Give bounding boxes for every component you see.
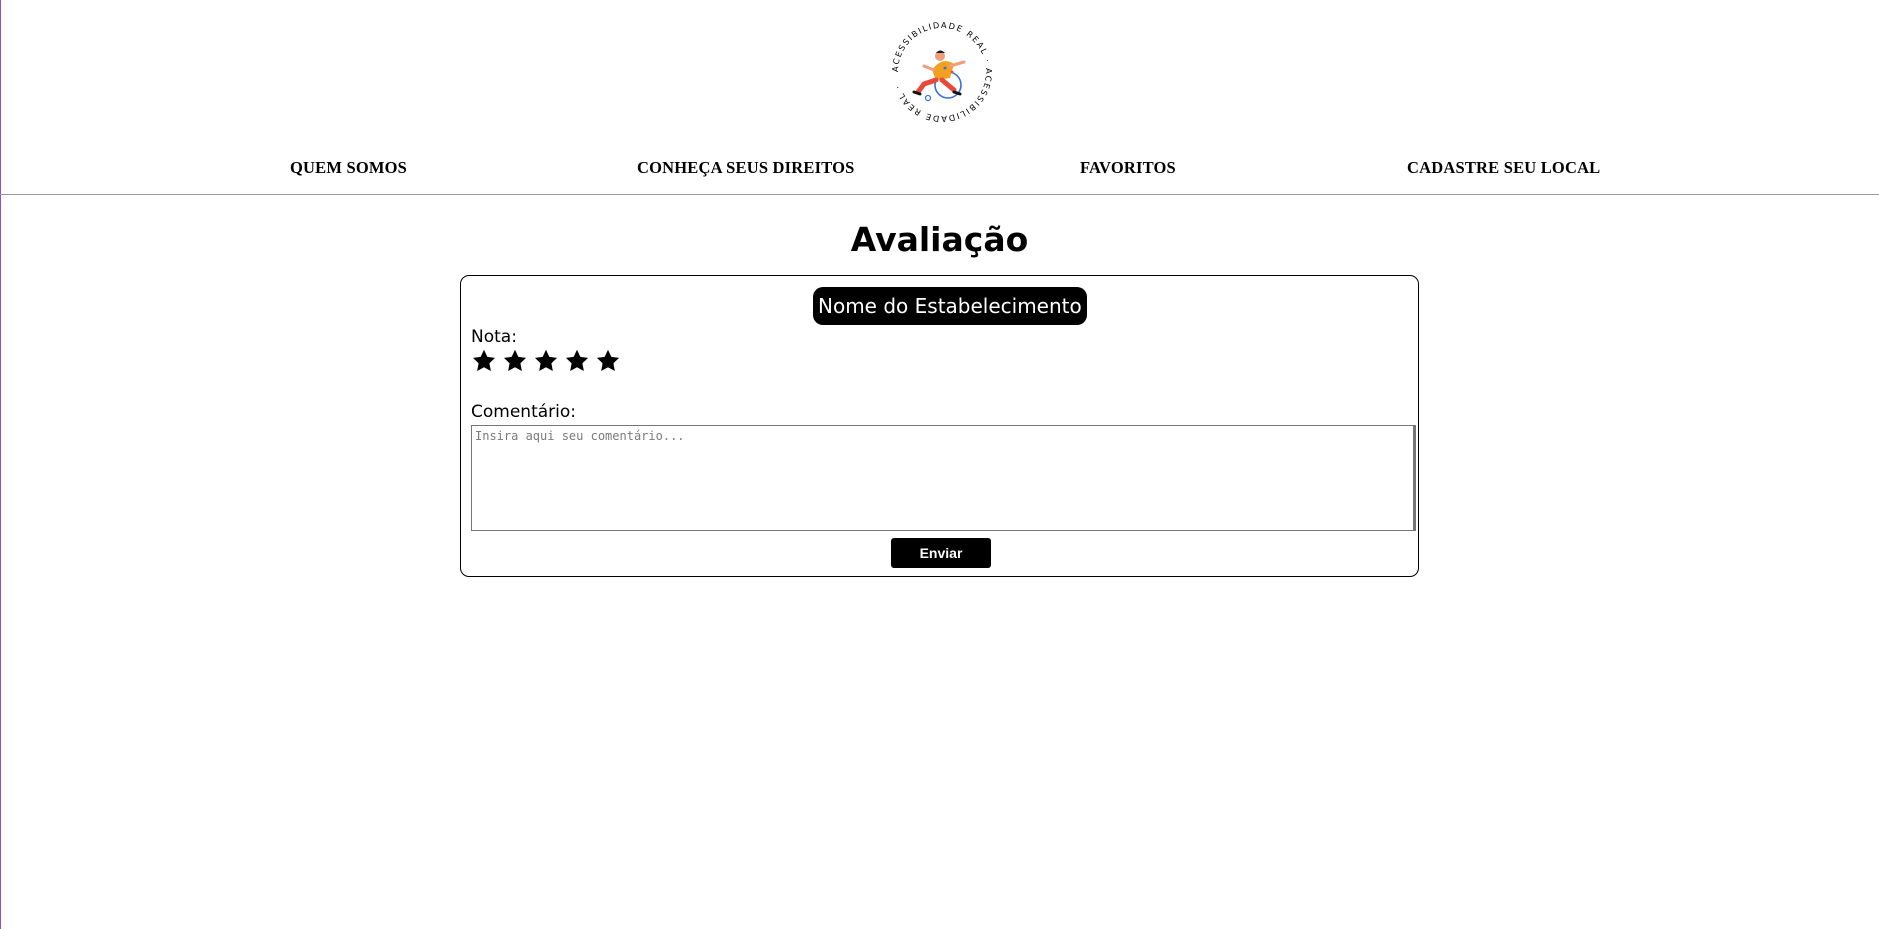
site-header: ACESSIBILIDADE REAL · ACESSIBILIDADE REA… (0, 0, 1879, 195)
submit-button[interactable]: Enviar (891, 538, 991, 568)
main-nav: QUEM SOMOS CONHEÇA SEUS DIREITOS FAVORIT… (0, 158, 1879, 182)
nav-item-favoritos[interactable]: FAVORITOS (1080, 158, 1176, 178)
star-icon[interactable] (502, 348, 528, 374)
establishment-name-badge: Nome do Estabelecimento (813, 287, 1087, 325)
rating-label: Nota: (471, 327, 517, 347)
comment-label: Comentário: (471, 402, 576, 422)
star-rating (471, 348, 621, 378)
comment-textarea[interactable] (471, 425, 1416, 531)
review-form: Nome do Estabelecimento Nota: Comentário… (460, 275, 1419, 577)
star-icon[interactable] (595, 348, 621, 374)
nav-item-conheca-seus-direitos[interactable]: CONHEÇA SEUS DIREITOS (637, 158, 855, 178)
star-icon[interactable] (471, 348, 497, 374)
page-title: Avaliação (850, 220, 1029, 259)
wheelchair-logo-icon: ACESSIBILIDADE REAL · ACESSIBILIDADE REA… (890, 20, 993, 124)
star-icon[interactable] (533, 348, 559, 374)
star-icon[interactable] (564, 348, 590, 374)
brand-logo[interactable]: ACESSIBILIDADE REAL · ACESSIBILIDADE REA… (890, 20, 994, 124)
nav-item-cadastre-seu-local[interactable]: CADASTRE SEU LOCAL (1407, 158, 1600, 178)
nav-item-quem-somos[interactable]: QUEM SOMOS (290, 158, 407, 178)
